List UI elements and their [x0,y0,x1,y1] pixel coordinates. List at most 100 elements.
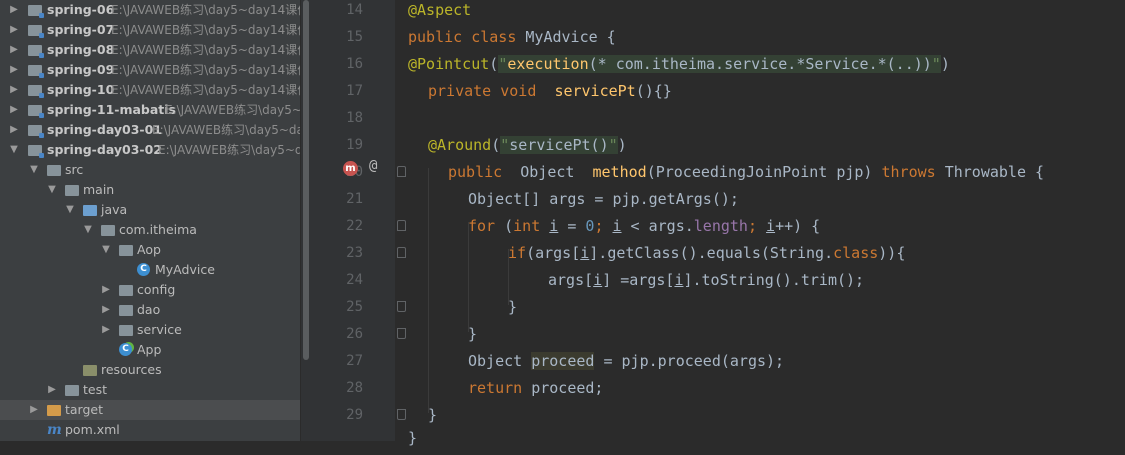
chevron-down-icon[interactable]: ▼ [82,220,94,240]
tree-item-label: com.itheima [119,222,197,237]
tree-item-resources[interactable]: resources [0,360,300,380]
annotation-token: @Aspect [408,1,472,19]
module-folder-icon [28,65,44,78]
tree-item-config[interactable]: ▶ config [0,280,300,300]
fold-close-icon[interactable] [397,328,406,339]
chevron-right-icon[interactable]: ▶ [8,120,20,140]
chevron-down-icon[interactable]: ▼ [64,200,76,220]
chevron-right-icon[interactable]: ▶ [8,60,20,80]
tree-item-spring-07[interactable]: ▶ spring-07 E:\JAVAWEB练习\day5~day14课件\ [0,20,300,40]
code-line-25: } [508,297,517,324]
tree-item-path: E:\JAVAWEB练习\day5~d [165,103,300,117]
chevron-right-icon[interactable]: ▶ [8,0,20,20]
tree-item-spring-08[interactable]: ▶ spring-08 E:\JAVAWEB练习\day5~day14课件\ [0,40,300,60]
tree-item-path: E:\JAVAWEB练习\day5~day14课件\ [111,23,300,37]
code-line-27: Object proceed = pjp.proceed(args); [468,351,784,378]
tree-item-src[interactable]: ▼ src [0,160,300,180]
tree-item-path: E:\JAVAWEB练习\day5~day [152,123,300,137]
chevron-right-icon[interactable]: ▶ [28,400,40,420]
chevron-right-icon[interactable]: ▶ [100,280,112,300]
fold-open-icon[interactable] [397,166,406,177]
class-name-token: MyAdvice { [525,28,616,46]
tree-item-myadvice[interactable]: C MyAdvice [0,260,300,280]
punct-token: ( [489,55,499,73]
tree-item-path: E:\JAVAWEB练习\day5~day14课件\ [111,43,300,57]
tree-item-label: test [83,382,108,397]
tree-item-label: target [65,402,104,417]
tree-item-com-itheima[interactable]: ▼ com.itheima [0,220,300,240]
method-name-token: servicePt [554,82,636,100]
method-name-token: method [592,163,647,181]
fold-close-icon[interactable] [397,301,406,312]
variable-token: proceed [531,352,595,370]
chevron-down-icon[interactable]: ▼ [46,180,58,200]
tree-item-test[interactable]: ▶ test [0,380,300,400]
tree-item-aop[interactable]: ▼ Aop [0,240,300,260]
line-number: 25 [346,299,363,315]
code-editor[interactable]: 14 15 16 17 18 19 20 21 22 23 24 25 26 2… [311,0,1125,447]
tree-scrollbar-thumb[interactable] [303,0,309,360]
chevron-right-icon[interactable]: ▶ [8,20,20,40]
tree-scrollbar[interactable] [301,0,311,441]
tree-item-dao[interactable]: ▶ dao [0,300,300,320]
method-advice-icon[interactable]: m [343,161,358,176]
code-line-16: @Pointcut("execution(* com.itheima.servi… [408,54,950,81]
tree-item-path: E:\JAVAWEB练习\day5~day14课件\ [111,83,300,97]
chevron-right-icon[interactable]: ▶ [8,80,20,100]
tree-item-java[interactable]: ▼ java [0,200,300,220]
line-number: 21 [346,191,363,207]
chevron-right-icon[interactable]: ▶ [100,300,112,320]
chevron-down-icon[interactable]: ▼ [28,160,40,180]
tree-item-spring-10[interactable]: ▶ spring-10 E:\JAVAWEB练习\day5~day14课件\ [0,80,300,100]
tree-item-label: spring-06 [47,2,115,17]
annotation-token: @Pointcut [408,55,490,73]
keyword-token: private void [428,82,555,100]
fold-open-icon[interactable] [397,220,406,231]
maven-icon: m [47,422,62,438]
variable-token: i [549,217,559,235]
code-line-15: public class MyAdvice { [408,27,616,54]
editor-gutter: 14 15 16 17 18 19 20 21 22 23 24 25 26 2… [311,0,395,441]
tree-item-label: spring-11-mabatis [47,102,176,117]
annotation-gutter-icon[interactable]: @ [369,158,377,174]
statement-token: < args. [621,217,694,235]
punct-token: ) [617,136,627,154]
tree-item-service[interactable]: ▶ service [0,320,300,340]
package-icon [119,325,133,336]
chevron-right-icon[interactable]: ▶ [8,40,20,60]
tree-item-spring-day03-02[interactable]: ▼ spring-day03-02 E:\JAVAWEB练习\day5~day [0,140,300,160]
chevron-right-icon[interactable]: ▶ [8,100,20,120]
pointcut-reference-token: servicePt() [509,136,609,154]
statement-token: args[ [548,271,594,289]
line-number: 18 [346,110,363,126]
tree-item-target[interactable]: ▶ target [0,400,300,420]
tree-item-app[interactable]: C App [0,340,300,360]
tree-item-pom-xml[interactable]: m pom.xml [0,420,300,440]
statement-token: Object[] args = pjp.getArgs(); [468,190,739,208]
type-token: Object [468,352,532,370]
line-number: 28 [346,380,363,396]
statement-token: ].getClass().equals(String. [589,244,834,262]
tree-item-spring-day03-01[interactable]: ▶ spring-day03-01 E:\JAVAWEB练习\day5~day [0,120,300,140]
tree-item-label: pom.xml [65,422,120,437]
fold-close-icon[interactable] [397,409,406,420]
chevron-right-icon[interactable]: ▶ [100,320,112,340]
chevron-down-icon[interactable]: ▼ [100,240,112,260]
punct-token: ( [504,217,514,235]
tree-item-spring-11-mabatis[interactable]: ▶ spring-11-mabatis E:\JAVAWEB练习\day5~d [0,100,300,120]
code-line-20: public Object method(ProceedingJoinPoint… [448,162,1044,189]
chevron-right-icon[interactable]: ▶ [46,380,58,400]
class-icon: C [137,263,150,276]
tree-item-spring-09[interactable]: ▶ spring-09 E:\JAVAWEB练习\day5~day14课件\ [0,60,300,80]
module-folder-icon [28,105,44,118]
code-line-26: } [468,324,477,351]
chevron-down-icon[interactable]: ▼ [8,140,20,160]
code-line-19: @Around("servicePt()") [428,135,627,162]
tree-item-label: spring-07 [47,22,115,37]
fold-open-icon[interactable] [397,247,406,258]
tree-item-label: config [137,282,176,297]
tree-item-main[interactable]: ▼ main [0,180,300,200]
indent-guide [428,168,429,413]
tree-item-path: E:\JAVAWEB练习\day5~day14课件\ [111,63,300,77]
tree-item-spring-06[interactable]: ▶ spring-06 E:\JAVAWEB练习\day5~day14课件\ [0,0,300,20]
